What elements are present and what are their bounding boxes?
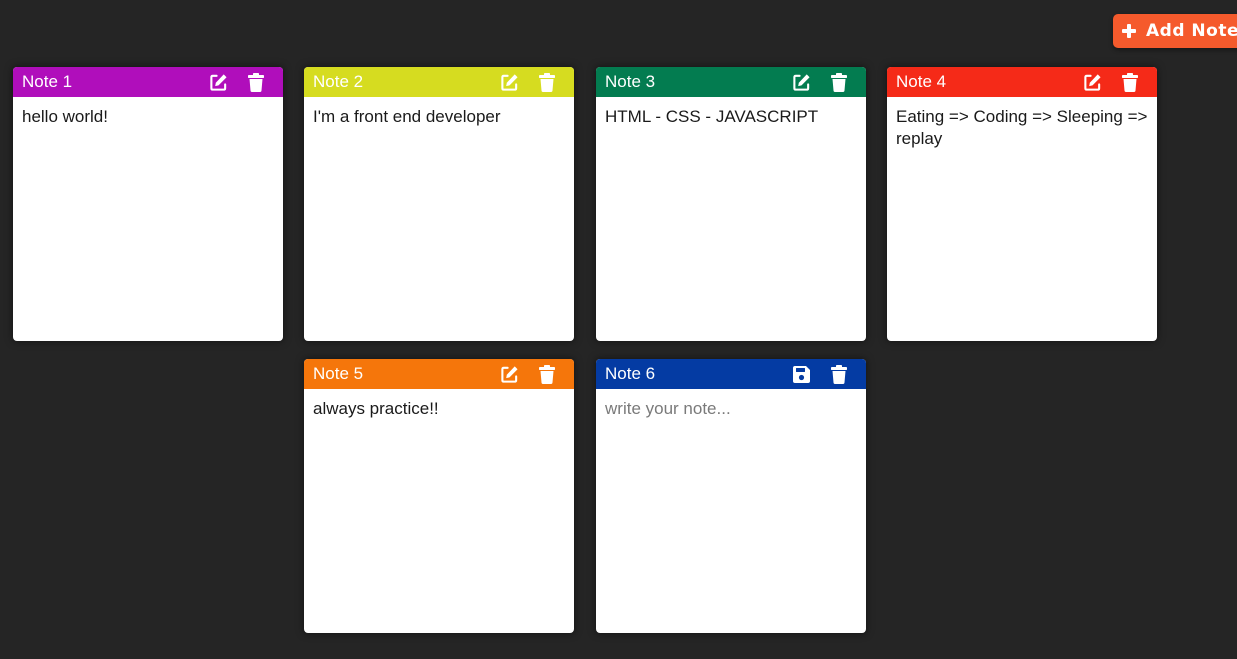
note-header: Note 2 — [304, 67, 574, 97]
add-note-label: Add Note — [1146, 21, 1237, 41]
trash-icon[interactable] — [246, 72, 266, 92]
note-header: Note 6 — [596, 359, 866, 389]
note-card-2: Note 2 I'm a front end developer — [304, 67, 574, 341]
note-content: always practice!! — [313, 399, 439, 418]
note-header: Note 1 — [13, 67, 283, 97]
note-header: Note 4 — [887, 67, 1157, 97]
note-content: Eating => Coding => Sleeping => replay — [896, 107, 1148, 148]
trash-icon[interactable] — [829, 72, 849, 92]
note-card-3: Note 3 HTML - CSS - JAVASCRIPT — [596, 67, 866, 341]
note-title: Note 4 — [896, 72, 947, 91]
edit-icon[interactable] — [208, 72, 228, 92]
add-note-button[interactable]: Add Note — [1113, 14, 1237, 48]
note-header: Note 3 — [596, 67, 866, 97]
trash-icon[interactable] — [537, 72, 557, 92]
note-card-1: Note 1 hello world! — [13, 67, 283, 341]
note-card-5: Note 5 always practice!! — [304, 359, 574, 633]
plus-icon — [1122, 24, 1136, 38]
note-title: Note 5 — [313, 364, 364, 383]
trash-icon[interactable] — [537, 364, 557, 384]
note-content: hello world! — [22, 107, 108, 126]
note-input[interactable] — [596, 389, 866, 619]
edit-icon[interactable] — [499, 364, 519, 384]
note-title: Note 3 — [605, 72, 656, 91]
edit-icon[interactable] — [1082, 72, 1102, 92]
note-header: Note 5 — [304, 359, 574, 389]
edit-icon[interactable] — [791, 72, 811, 92]
save-icon[interactable] — [791, 364, 811, 384]
note-card-4: Note 4 Eating => Coding => Sleeping => r… — [887, 67, 1157, 341]
note-title: Note 2 — [313, 72, 364, 91]
trash-icon[interactable] — [1120, 72, 1140, 92]
edit-icon[interactable] — [499, 72, 519, 92]
note-title: Note 1 — [22, 72, 73, 91]
note-content: I'm a front end developer — [313, 107, 501, 126]
trash-icon[interactable] — [829, 364, 849, 384]
note-title: Note 6 — [605, 364, 656, 383]
note-content: HTML - CSS - JAVASCRIPT — [605, 107, 819, 126]
note-card-6: Note 6 — [596, 359, 866, 633]
